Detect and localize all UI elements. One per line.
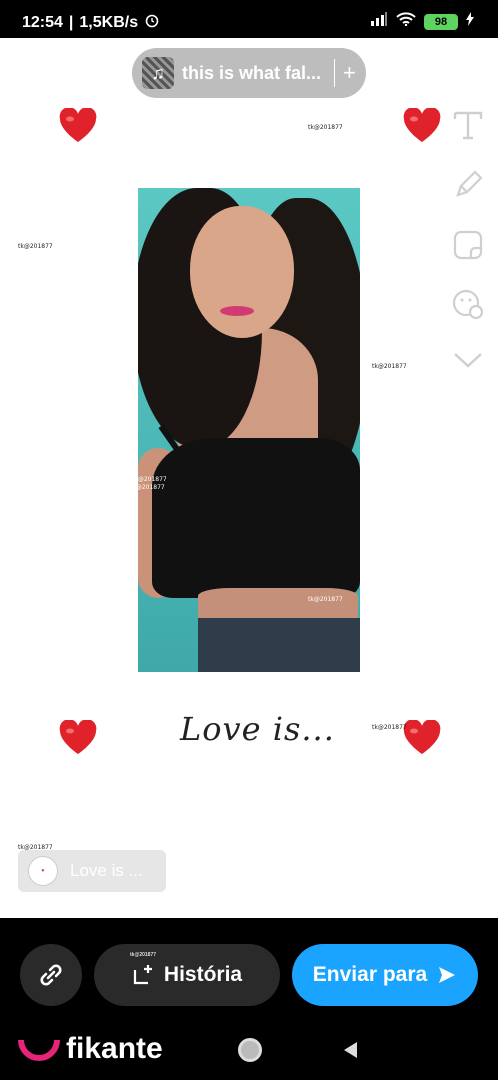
status-time: 12:54 — [22, 13, 63, 31]
home-button[interactable] — [238, 1038, 262, 1062]
music-add-button[interactable]: + — [343, 60, 356, 86]
chevron-down-icon[interactable] — [451, 348, 485, 372]
signal-icon — [370, 12, 388, 31]
add-story-icon — [133, 965, 152, 985]
story-preview-chip[interactable]: ♥ Love is ... — [18, 850, 166, 892]
editor-toolbar — [450, 108, 486, 372]
battery-indicator: 98 — [424, 13, 458, 30]
watermark-text: tk@201877 — [130, 952, 157, 958]
send-to-label: Enviar para — [312, 963, 428, 986]
caption-sticker[interactable]: Love is... — [180, 710, 335, 748]
music-sticker[interactable]: ♫ this is what fal... + — [132, 48, 366, 98]
link-button[interactable] — [20, 944, 82, 1006]
story-photo: tk@201877 tk@201877 tk@201877 — [138, 188, 360, 672]
sticker-icon[interactable] — [451, 228, 485, 262]
watermark-text: tk@201877 — [308, 596, 343, 603]
story-canvas[interactable]: ♫ this is what fal... + tk@201877 tk@201… — [0, 38, 498, 918]
text-icon[interactable] — [451, 108, 485, 142]
system-nav-bar: fikante — [0, 1022, 498, 1080]
historia-button[interactable]: tk@201877 História — [94, 944, 280, 1006]
watermark-text: tk@201877 — [138, 484, 165, 491]
story-chip-label: Love is ... — [70, 861, 143, 880]
avatar: ♥ — [28, 856, 58, 886]
music-note-icon: ♫ — [142, 57, 174, 89]
share-action-bar: tk@201877 História Enviar para — [0, 918, 498, 1022]
charging-icon — [466, 12, 474, 31]
back-button[interactable] — [344, 1042, 357, 1058]
watermark-text: tk@201877 — [308, 124, 343, 131]
link-icon — [40, 964, 62, 986]
heart-icon — [59, 108, 97, 142]
heart-icon — [59, 720, 97, 754]
watermark-text: tk@201877 — [18, 243, 53, 250]
status-network-speed: 1,5KB/s — [79, 13, 139, 31]
alarm-icon — [144, 12, 160, 33]
send-arrow-icon — [439, 967, 456, 983]
send-to-button[interactable]: Enviar para — [292, 944, 478, 1006]
pencil-icon[interactable] — [451, 168, 485, 202]
watermark-text: tk@201877 — [372, 724, 407, 731]
status-bar: 12:54 | 1,5KB/s 98 — [0, 0, 498, 40]
wifi-icon — [396, 12, 416, 31]
music-title: this is what fal... — [182, 62, 322, 83]
heart-icon — [403, 720, 441, 754]
watermark-text: tk@201877 — [372, 363, 407, 370]
brand-name: fikante — [66, 1032, 163, 1065]
brand-logo: fikante — [18, 1032, 163, 1066]
heart-icon — [403, 108, 441, 142]
emoji-icon[interactable] — [451, 288, 485, 322]
historia-label: História — [163, 963, 243, 986]
watermark-text: tk@201877 — [138, 476, 167, 483]
fikante-logo-icon — [18, 1039, 60, 1061]
